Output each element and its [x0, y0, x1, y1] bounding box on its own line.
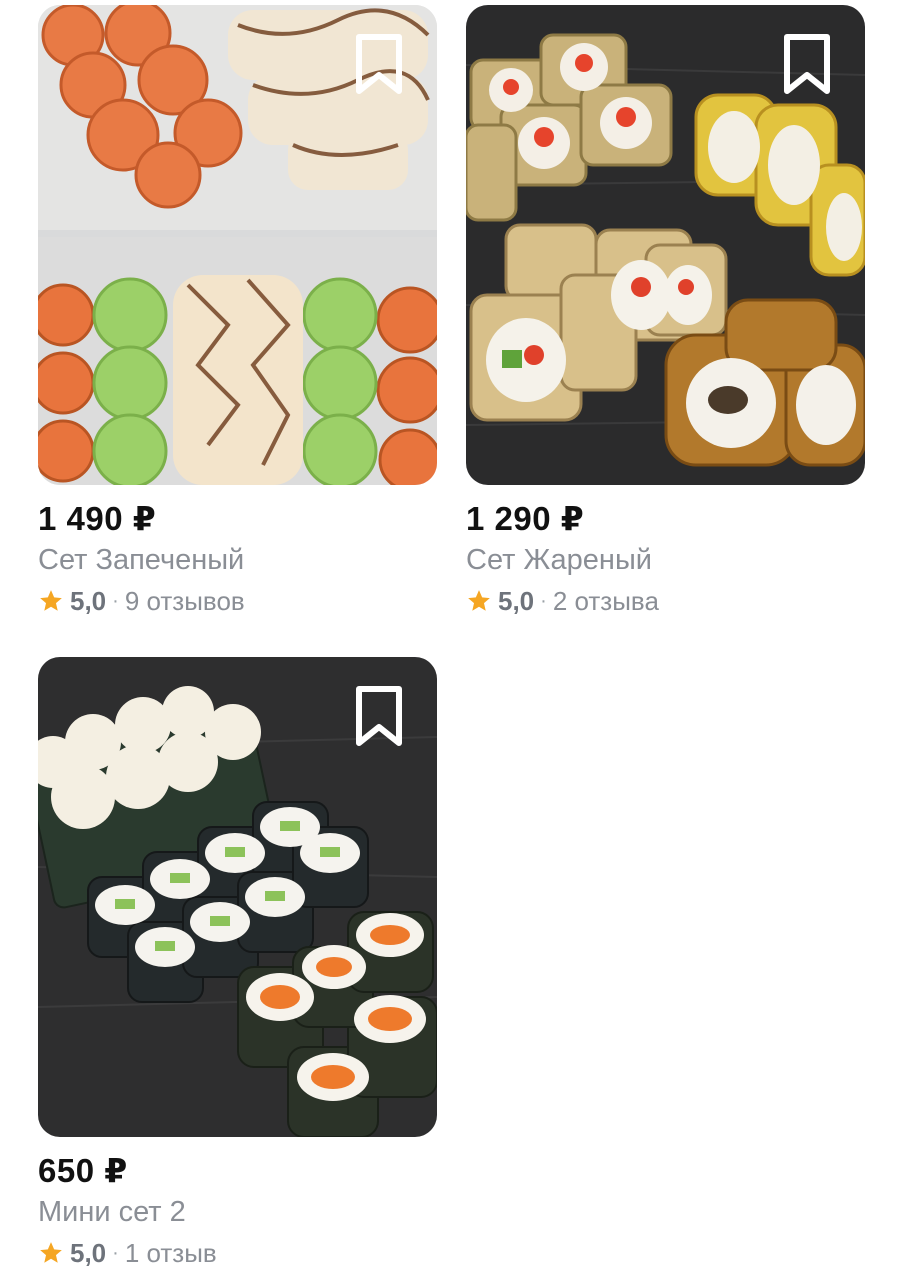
- rating-value: 5,0: [498, 585, 535, 616]
- rating-value: 5,0: [70, 1237, 107, 1268]
- rating-row: 5,0 · 2 отзыва: [466, 583, 865, 619]
- bookmark-icon[interactable]: [351, 685, 407, 747]
- bookmark-icon[interactable]: [779, 33, 835, 95]
- product-price: 1 290 ₽: [466, 500, 585, 537]
- rating-row: 5,0 · 1 отзыв: [38, 1235, 437, 1271]
- reviews-count[interactable]: 1 отзыв: [125, 1238, 217, 1269]
- star-icon: [466, 588, 492, 614]
- separator-dot: ·: [112, 589, 119, 612]
- reviews-count[interactable]: 9 отзывов: [125, 586, 245, 617]
- star-icon: [38, 588, 64, 614]
- product-card[interactable]: 1 490 ₽ Сет Запеченый 5,0 · 9 отзывов: [38, 5, 437, 619]
- product-image[interactable]: [38, 5, 437, 485]
- product-title[interactable]: Сет Жареный: [466, 541, 865, 579]
- product-price: 650 ₽: [38, 1152, 128, 1189]
- product-image[interactable]: [38, 657, 437, 1137]
- separator-dot: ·: [540, 589, 547, 612]
- product-card[interactable]: 1 290 ₽ Сет Жареный 5,0 · 2 отзыва: [466, 5, 865, 619]
- product-image[interactable]: [466, 5, 865, 485]
- rating-value: 5,0: [70, 585, 107, 616]
- rating-row: 5,0 · 9 отзывов: [38, 583, 437, 619]
- product-title[interactable]: Сет Запеченый: [38, 541, 437, 579]
- bookmark-icon[interactable]: [351, 33, 407, 95]
- star-icon: [38, 1240, 64, 1266]
- product-card[interactable]: 650 ₽ Мини сет 2 5,0 · 1 отзыв: [38, 657, 437, 1271]
- separator-dot: ·: [112, 1241, 119, 1264]
- reviews-count[interactable]: 2 отзыва: [553, 586, 659, 617]
- product-price: 1 490 ₽: [38, 500, 157, 537]
- product-title[interactable]: Мини сет 2: [38, 1193, 437, 1231]
